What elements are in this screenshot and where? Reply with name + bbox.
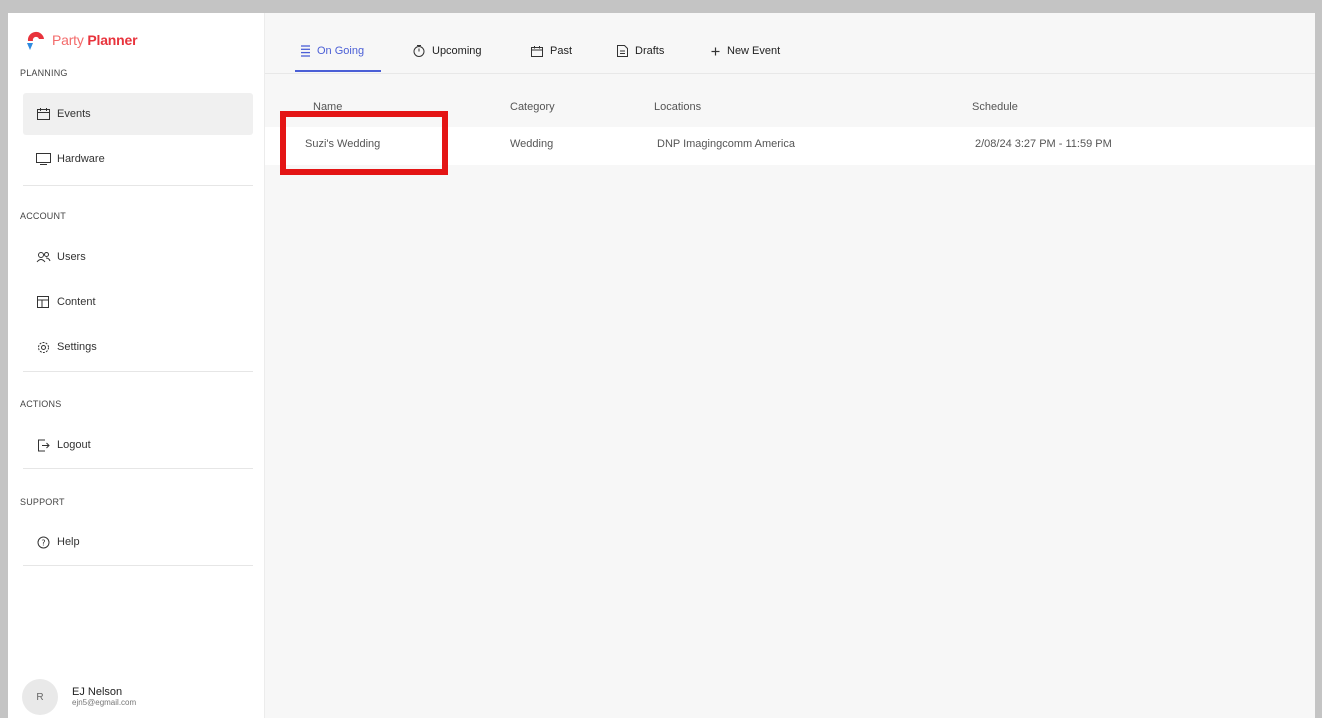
sidebar-item-settings[interactable]: Settings — [23, 326, 253, 368]
content-icon — [35, 294, 51, 310]
user-name: EJ Nelson — [72, 686, 123, 699]
sidebar-item-help[interactable]: ? Help — [23, 521, 253, 563]
monitor-icon — [35, 151, 51, 167]
highlight-box — [280, 111, 448, 175]
sidebar-item-label: Users — [57, 251, 86, 263]
help-icon: ? — [35, 534, 51, 550]
user-profile[interactable]: R EJ Nelson ejn5@egmail.com — [22, 679, 136, 715]
tab-past[interactable]: Past — [531, 41, 572, 61]
sidebar-item-label: Logout — [57, 439, 91, 451]
tab-label: Upcoming — [432, 45, 482, 57]
column-header-locations[interactable]: Locations — [654, 101, 701, 113]
section-support: SUPPORT — [20, 497, 65, 507]
svg-text:?: ? — [41, 538, 45, 547]
cell-schedule: 2/08/24 3:27 PM - 11:59 PM — [975, 138, 1112, 150]
tab-label: New Event — [727, 45, 781, 57]
divider — [23, 371, 253, 372]
logout-icon — [35, 437, 51, 453]
tab-upcoming[interactable]: Upcoming — [413, 41, 482, 61]
tab-label: Drafts — [635, 45, 665, 57]
divider — [23, 468, 253, 469]
sidebar-item-users[interactable]: Users — [23, 236, 253, 278]
sidebar-item-events[interactable]: Events — [23, 93, 253, 135]
divider — [23, 185, 253, 186]
sidebar-item-logout[interactable]: Logout — [23, 424, 253, 466]
calendar-icon — [531, 45, 543, 57]
sidebar-item-label: Hardware — [57, 153, 105, 165]
users-icon — [35, 249, 51, 265]
list-icon — [301, 45, 310, 57]
cell-location: DNP Imagingcomm America — [657, 138, 795, 150]
app-window: Party Planner PLANNING Events Hardware A… — [8, 13, 1315, 718]
calendar-icon — [35, 106, 51, 122]
section-planning: PLANNING — [20, 68, 68, 78]
user-email: ejn5@egmail.com — [72, 697, 137, 707]
logo[interactable]: Party Planner — [24, 28, 138, 52]
sidebar-item-content[interactable]: Content — [23, 281, 253, 323]
tab-label: On Going — [317, 45, 365, 57]
logo-text: Party Planner — [52, 32, 138, 48]
tab-bar: On Going Upcoming Past Drafts New Event — [265, 13, 1315, 74]
avatar: R — [22, 679, 58, 715]
sidebar-item-label: Content — [57, 296, 96, 308]
sidebar-item-label: Settings — [57, 341, 97, 353]
divider — [23, 565, 253, 566]
tab-drafts[interactable]: Drafts — [617, 41, 664, 61]
column-header-schedule[interactable]: Schedule — [972, 101, 1018, 113]
plus-icon — [711, 47, 720, 56]
draft-icon — [617, 45, 628, 57]
tab-ongoing[interactable]: On Going — [301, 41, 364, 61]
sidebar-item-label: Events — [57, 108, 91, 120]
section-actions: ACTIONS — [20, 399, 62, 409]
sidebar-item-hardware[interactable]: Hardware — [23, 138, 253, 180]
clock-icon — [413, 45, 425, 57]
gear-icon — [35, 339, 51, 355]
active-tab-indicator — [295, 70, 381, 72]
new-event-button[interactable]: New Event — [711, 41, 780, 61]
tab-label: Past — [550, 45, 573, 57]
section-account: ACCOUNT — [20, 211, 66, 221]
cell-category: Wedding — [510, 138, 554, 150]
column-header-category[interactable]: Category — [510, 101, 555, 113]
logo-icon — [24, 28, 48, 52]
sidebar: Party Planner PLANNING Events Hardware A… — [8, 13, 265, 718]
sidebar-item-label: Help — [57, 536, 80, 548]
